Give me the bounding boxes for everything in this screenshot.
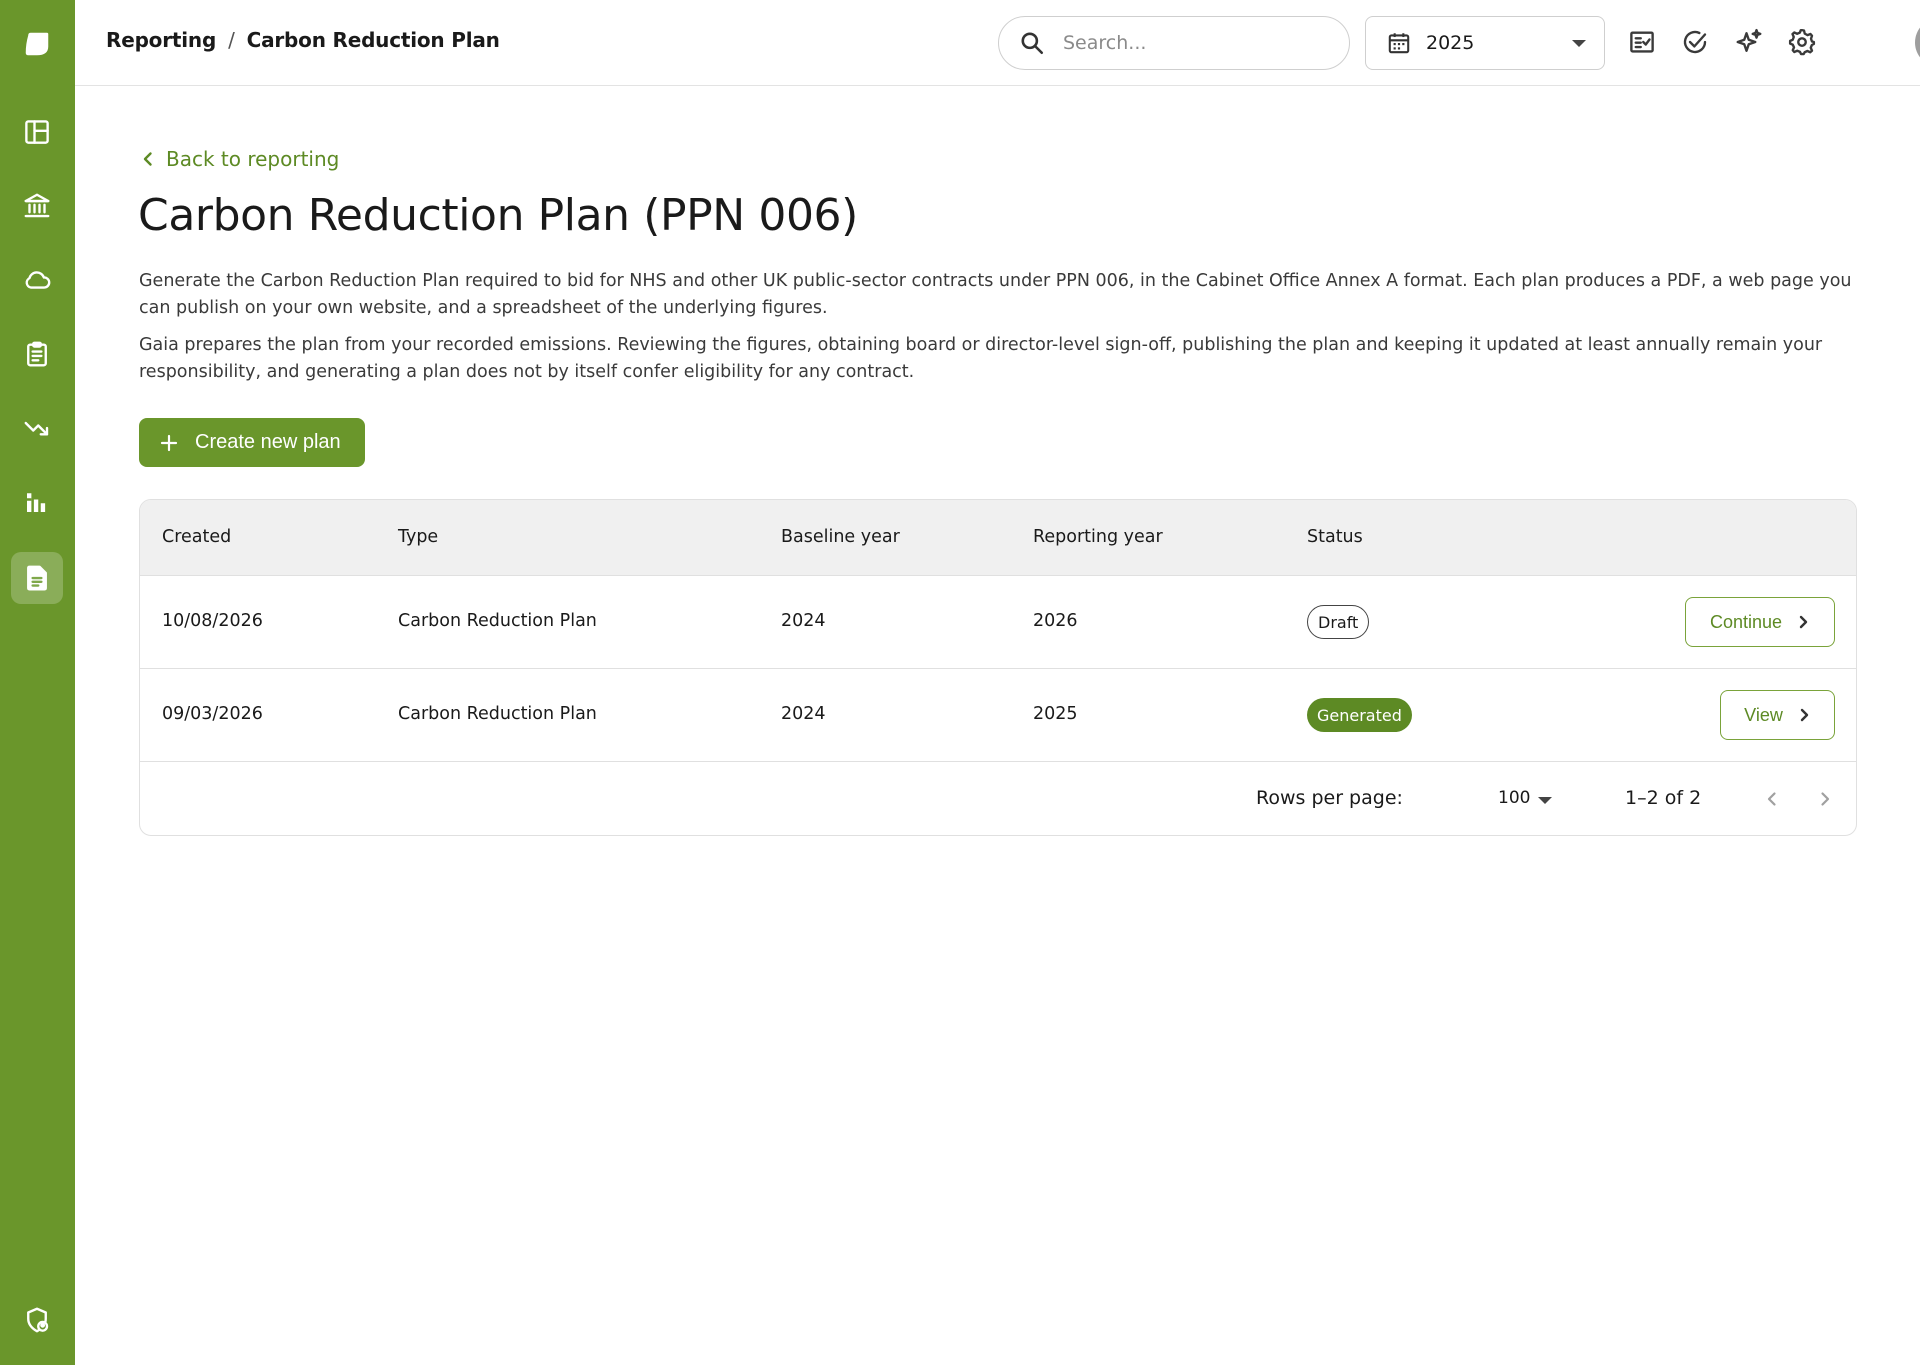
chevron-right-icon xyxy=(1799,615,1808,629)
cell-created: 10/08/2026 xyxy=(162,611,263,631)
document-icon[interactable] xyxy=(11,552,63,604)
plans-table: Created Type Baseline year Reporting yea… xyxy=(139,499,1857,836)
description-paragraph-1: Generate the Carbon Reduction Plan requi… xyxy=(139,271,1852,318)
create-new-plan-button[interactable]: Create new plan xyxy=(139,418,365,467)
clipboard-icon[interactable] xyxy=(11,328,63,380)
bar-chart-icon[interactable] xyxy=(11,476,63,528)
cell-baseline-year: 2024 xyxy=(781,704,826,724)
chevron-down-icon[interactable] xyxy=(1538,797,1552,804)
breadcrumb-separator: / xyxy=(228,28,235,52)
calendar-icon xyxy=(1388,33,1410,54)
plus-icon xyxy=(160,434,178,451)
layout-icon[interactable] xyxy=(11,106,63,158)
create-new-plan-label: Create new plan xyxy=(195,431,341,453)
year-select-value: 2025 xyxy=(1426,32,1475,54)
pagination: Rows per page: 100 1–2 of 2 xyxy=(140,762,1856,835)
table-header: Created Type Baseline year Reporting yea… xyxy=(140,500,1856,576)
leaf-logo-icon[interactable] xyxy=(11,18,63,70)
back-link[interactable]: Back to reporting xyxy=(140,147,339,171)
bank-icon[interactable] xyxy=(11,180,63,232)
page-title: Carbon Reduction Plan (PPN 006) xyxy=(138,190,858,241)
breadcrumb-item-current: Carbon Reduction Plan xyxy=(246,28,500,52)
gear-icon[interactable] xyxy=(1785,25,1819,59)
description-paragraph-2: Gaia prepares the plan from your recorde… xyxy=(139,335,1823,382)
continue-button[interactable]: Continue xyxy=(1685,597,1835,647)
rows-per-page-select[interactable]: 100 xyxy=(1498,788,1530,808)
cell-type: Carbon Reduction Plan xyxy=(398,704,597,724)
rows-per-page-label: Rows per page: xyxy=(1256,787,1403,809)
next-page-button[interactable] xyxy=(1813,787,1837,811)
breadcrumb-item-reporting[interactable]: Reporting xyxy=(106,28,216,52)
column-header-status[interactable]: Status xyxy=(1307,527,1363,547)
cell-created: 09/03/2026 xyxy=(162,704,263,724)
view-button-label: View xyxy=(1744,704,1783,725)
check-circle-icon[interactable] xyxy=(1678,25,1712,59)
cell-reporting-year: 2026 xyxy=(1033,611,1078,631)
back-link-label: Back to reporting xyxy=(166,147,340,171)
sidebar xyxy=(0,0,75,1365)
search-input[interactable] xyxy=(1063,32,1323,54)
column-header-created[interactable]: Created xyxy=(162,527,231,547)
chevron-left-icon xyxy=(143,152,152,166)
chevron-right-icon xyxy=(1800,708,1809,722)
chevron-right-icon xyxy=(1821,792,1830,806)
continue-button-label: Continue xyxy=(1709,611,1783,632)
sparkles-icon[interactable] xyxy=(1732,25,1766,59)
column-header-baseline-year[interactable]: Baseline year xyxy=(781,527,900,547)
view-button[interactable]: View xyxy=(1720,690,1835,740)
column-header-type[interactable]: Type xyxy=(398,527,438,547)
pagination-range: 1–2 of 2 xyxy=(1625,787,1702,809)
checklist-icon[interactable] xyxy=(1625,25,1659,59)
breadcrumb: Reporting / Carbon Reduction Plan xyxy=(106,28,500,52)
top-bar: Reporting / Carbon Reduction Plan 2025 T… xyxy=(75,0,1920,86)
column-header-reporting-year[interactable]: Reporting year xyxy=(1033,527,1163,547)
search-box[interactable] xyxy=(998,16,1350,70)
chevron-down-icon xyxy=(1572,40,1586,47)
previous-page-button[interactable] xyxy=(1760,787,1784,811)
cloud-icon[interactable] xyxy=(11,254,63,306)
trending-down-icon[interactable] xyxy=(11,402,63,454)
table-row[interactable]: 10/08/2026 Carbon Reduction Plan 2024 20… xyxy=(140,576,1856,669)
chevron-left-icon xyxy=(1767,792,1776,806)
status-badge: Generated xyxy=(1307,698,1412,732)
cell-baseline-year: 2024 xyxy=(781,611,826,631)
table-row[interactable]: 09/03/2026 Carbon Reduction Plan 2024 20… xyxy=(140,669,1856,762)
year-select[interactable]: 2025 xyxy=(1365,16,1605,70)
cell-reporting-year: 2025 xyxy=(1033,704,1078,724)
shield-user-icon[interactable] xyxy=(11,1294,63,1346)
cell-type: Carbon Reduction Plan xyxy=(398,611,597,631)
search-icon xyxy=(1021,32,1044,55)
status-badge: Draft xyxy=(1307,605,1370,639)
avatar[interactable]: TP xyxy=(1915,18,1920,67)
